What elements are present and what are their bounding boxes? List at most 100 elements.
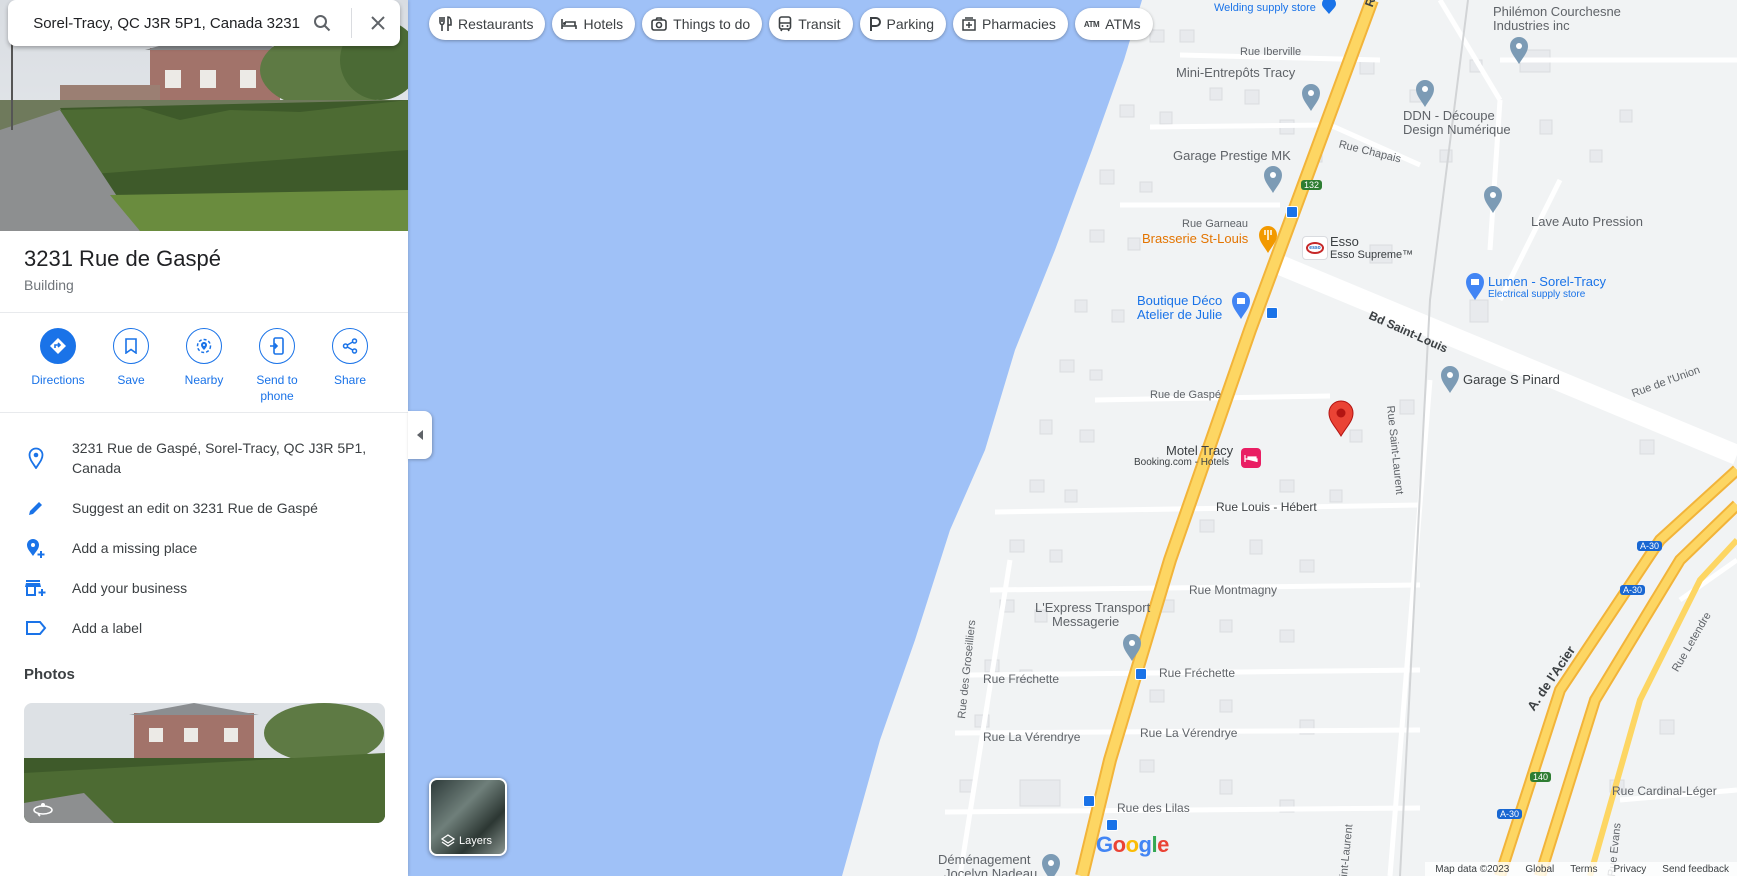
mini-entrepots-marker-icon[interactable] bbox=[1300, 82, 1322, 112]
address-row[interactable]: 3231 Rue de Gaspé, Sorel-Tracy, QC J3R 5… bbox=[0, 438, 408, 482]
share-button[interactable]: Share bbox=[312, 328, 388, 388]
map-label-esso[interactable]: Esso bbox=[1330, 234, 1359, 249]
bookmark-icon bbox=[113, 328, 149, 364]
close-icon bbox=[371, 16, 385, 30]
map-label-ddn-2[interactable]: Design Numérique bbox=[1403, 122, 1511, 137]
map-label-boutique-2[interactable]: Atelier de Julie bbox=[1137, 307, 1222, 322]
map-label-brasserie[interactable]: Brasserie St-Louis bbox=[1142, 231, 1248, 246]
layers-label-group: Layers bbox=[441, 834, 492, 848]
chip-label: ATMs bbox=[1105, 16, 1141, 32]
divider bbox=[0, 412, 408, 413]
bus-stop-icon[interactable] bbox=[1106, 819, 1118, 831]
atm-icon: ATM bbox=[1083, 19, 1100, 29]
chip-atms[interactable]: ATM ATMs bbox=[1074, 8, 1153, 40]
layers-text: Layers bbox=[459, 835, 493, 847]
hotel-marker-icon[interactable] bbox=[1241, 448, 1261, 468]
map-label-motel-sub: Booking.com - Hotels bbox=[1134, 457, 1230, 468]
map-label-express-2[interactable]: Messagerie bbox=[1052, 614, 1119, 629]
welding-marker-icon[interactable] bbox=[1321, 0, 1337, 14]
boutique-marker-icon[interactable] bbox=[1230, 290, 1252, 320]
garage-prestige-marker-icon[interactable] bbox=[1262, 164, 1284, 194]
suggest-edit-text: Suggest an edit on 3231 Rue de Gaspé bbox=[72, 500, 318, 516]
suggest-edit-row[interactable]: Suggest an edit on 3231 Rue de Gaspé bbox=[0, 496, 408, 520]
lumen-marker-icon[interactable] bbox=[1464, 271, 1486, 301]
esso-logo-icon[interactable]: esso bbox=[1302, 236, 1328, 260]
hotel-icon bbox=[561, 18, 578, 30]
chip-things-to-do[interactable]: Things to do bbox=[642, 8, 763, 40]
map-data-text: Map data ©2023 bbox=[1435, 863, 1510, 875]
privacy-link[interactable]: Privacy bbox=[1613, 864, 1646, 875]
bus-stop-icon[interactable] bbox=[1266, 307, 1278, 319]
address-text: 3231 Rue de Gaspé, Sorel-Tracy, QC J3R 5… bbox=[72, 440, 367, 476]
street-label-verendrye-1: Rue La Vérendrye bbox=[983, 730, 1081, 744]
ddn-marker-icon[interactable] bbox=[1414, 78, 1436, 108]
map-label-garage-pinard[interactable]: Garage S Pinard bbox=[1463, 372, 1560, 387]
map-label-boutique[interactable]: Boutique Déco bbox=[1137, 293, 1222, 308]
add-missing-place-row[interactable]: Add a missing place bbox=[0, 536, 408, 560]
chip-transit[interactable]: Transit bbox=[769, 8, 853, 40]
map-label-demenagement-2[interactable]: Jocelyn Nadeau bbox=[944, 866, 1037, 876]
street-label-frechette-1: Rue Fréchette bbox=[983, 672, 1060, 686]
category-chips: Restaurants Hotels Things to do Transit … bbox=[429, 8, 1153, 40]
directions-icon bbox=[40, 328, 76, 364]
search-box bbox=[8, 0, 400, 46]
action-label: Send to phone bbox=[256, 373, 298, 403]
restaurant-icon bbox=[438, 16, 452, 32]
map-label-garage-prestige[interactable]: Garage Prestige MK bbox=[1173, 148, 1291, 163]
street-view-thumbnail bbox=[24, 703, 385, 823]
garage-pinard-marker-icon[interactable] bbox=[1439, 364, 1461, 394]
pharmacy-icon bbox=[962, 17, 976, 31]
map-label-motel[interactable]: Motel Tracy bbox=[1166, 443, 1233, 458]
map-label-mini-entrepots[interactable]: Mini-Entrepôts Tracy bbox=[1176, 65, 1295, 80]
chip-label: Pharmacies bbox=[981, 16, 1056, 32]
close-button[interactable] bbox=[364, 9, 392, 37]
map-label-welding[interactable]: Welding supply store bbox=[1214, 2, 1316, 14]
map-label-philemon-2[interactable]: Industries inc bbox=[1493, 18, 1570, 33]
street-label-lilas: Rue des Lilas bbox=[1117, 801, 1190, 815]
map-label-lave-auto[interactable]: Lave Auto Pression bbox=[1531, 214, 1643, 229]
location-pin-icon bbox=[24, 446, 48, 470]
nearby-icon bbox=[186, 328, 222, 364]
search-input[interactable] bbox=[30, 14, 300, 32]
map-label-ddn[interactable]: DDN - Découpe bbox=[1403, 108, 1495, 123]
bus-stop-icon[interactable] bbox=[1286, 206, 1298, 218]
chip-label: Restaurants bbox=[458, 16, 534, 32]
bus-stop-icon[interactable] bbox=[1135, 668, 1147, 680]
add-label-row[interactable]: Add a label bbox=[0, 616, 408, 640]
send-feedback-link[interactable]: Send feedback bbox=[1662, 864, 1729, 875]
layers-button[interactable]: Layers bbox=[429, 778, 507, 856]
map-label-express[interactable]: L'Express Transport bbox=[1035, 600, 1150, 615]
map-label-demenagement[interactable]: Déménagement bbox=[938, 852, 1031, 867]
terms-link[interactable]: Terms bbox=[1570, 864, 1597, 875]
save-button[interactable]: Save bbox=[93, 328, 169, 388]
search-button[interactable] bbox=[308, 9, 336, 37]
add-business-row[interactable]: Add your business bbox=[0, 576, 408, 600]
parking-icon bbox=[869, 17, 881, 31]
bus-stop-icon[interactable] bbox=[1083, 795, 1095, 807]
map-label-esso-sub: Esso Supreme™ bbox=[1330, 249, 1414, 261]
map-label-philemon[interactable]: Philémon Courchesne bbox=[1493, 4, 1621, 19]
action-label: Share bbox=[333, 373, 367, 387]
send-to-phone-button[interactable]: Send to phone bbox=[239, 328, 315, 404]
express-marker-icon[interactable] bbox=[1121, 632, 1143, 662]
chip-pharmacies[interactable]: Pharmacies bbox=[952, 8, 1068, 40]
photo-card[interactable] bbox=[24, 703, 385, 823]
restaurant-marker-icon[interactable] bbox=[1257, 224, 1279, 254]
layers-icon bbox=[441, 834, 455, 847]
selected-place-pin-icon[interactable] bbox=[1327, 399, 1355, 437]
global-link[interactable]: Global bbox=[1525, 864, 1554, 875]
chip-parking[interactable]: Parking bbox=[859, 8, 946, 40]
lave-auto-marker-icon[interactable] bbox=[1482, 184, 1504, 214]
add-label-text: Add a label bbox=[72, 620, 143, 636]
collapse-panel-button[interactable] bbox=[408, 411, 432, 459]
pencil-icon bbox=[24, 496, 48, 520]
chip-label: Things to do bbox=[673, 16, 751, 32]
chip-hotels[interactable]: Hotels bbox=[552, 8, 636, 40]
add-place-icon bbox=[24, 536, 48, 560]
nearby-button[interactable]: Nearby bbox=[166, 328, 242, 388]
directions-button[interactable]: Directions bbox=[20, 328, 96, 388]
demenagement-marker-icon[interactable] bbox=[1040, 852, 1062, 876]
philemon-marker-icon[interactable] bbox=[1508, 35, 1530, 65]
chip-restaurants[interactable]: Restaurants bbox=[429, 8, 546, 40]
map-label-lumen[interactable]: Lumen - Sorel-Tracy bbox=[1488, 274, 1606, 289]
